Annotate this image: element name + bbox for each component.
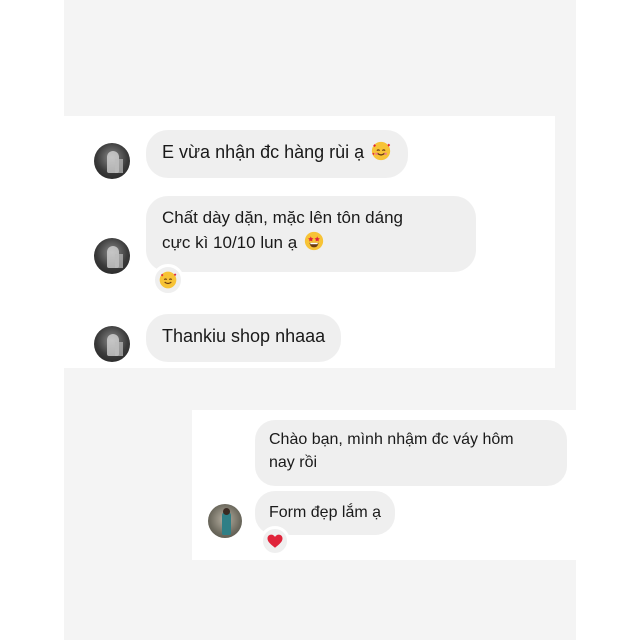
message-bubble[interactable]: Chào bạn, mình nhậm đc váy hôm nay rồi	[255, 420, 567, 486]
background-panel	[64, 368, 576, 410]
background-panel	[555, 116, 576, 410]
message-bubble[interactable]: Chất dày dặn, mặc lên tôn dáng cực kì 10…	[146, 196, 476, 272]
avatar[interactable]	[94, 326, 130, 362]
avatar[interactable]	[208, 504, 242, 538]
avatar-photo	[223, 508, 230, 515]
red-heart-icon	[267, 534, 283, 548]
avatar-photo	[115, 254, 123, 268]
message-reaction[interactable]	[152, 264, 184, 296]
message-text: Thankiu shop nhaaa	[162, 326, 326, 346]
avatar[interactable]	[94, 143, 130, 179]
avatar-photo	[115, 159, 123, 173]
message-reaction[interactable]	[260, 526, 290, 556]
message-text: E vừa nhận đc hàng rùi ạ	[162, 142, 365, 162]
message-bubble[interactable]: E vừa nhận đc hàng rùi ạ	[146, 130, 409, 178]
message-text: Chào bạn, mình nhậm đc váy hôm nay rồi	[269, 431, 514, 471]
smiling-face-with-hearts-icon	[159, 271, 177, 289]
avatar-photo	[115, 342, 123, 356]
star-struck-icon	[305, 231, 324, 251]
smiling-face-with-hearts-icon	[372, 141, 391, 161]
message-text: Chất dày dặn, mặc lên tôn dáng cực kì 10…	[162, 208, 403, 252]
background-panel	[64, 0, 576, 116]
message-bubble[interactable]: Thankiu shop nhaaa	[146, 314, 342, 362]
background-panel	[64, 560, 576, 640]
message-text: Form đẹp lắm ạ	[269, 504, 382, 521]
avatar[interactable]	[94, 238, 130, 274]
